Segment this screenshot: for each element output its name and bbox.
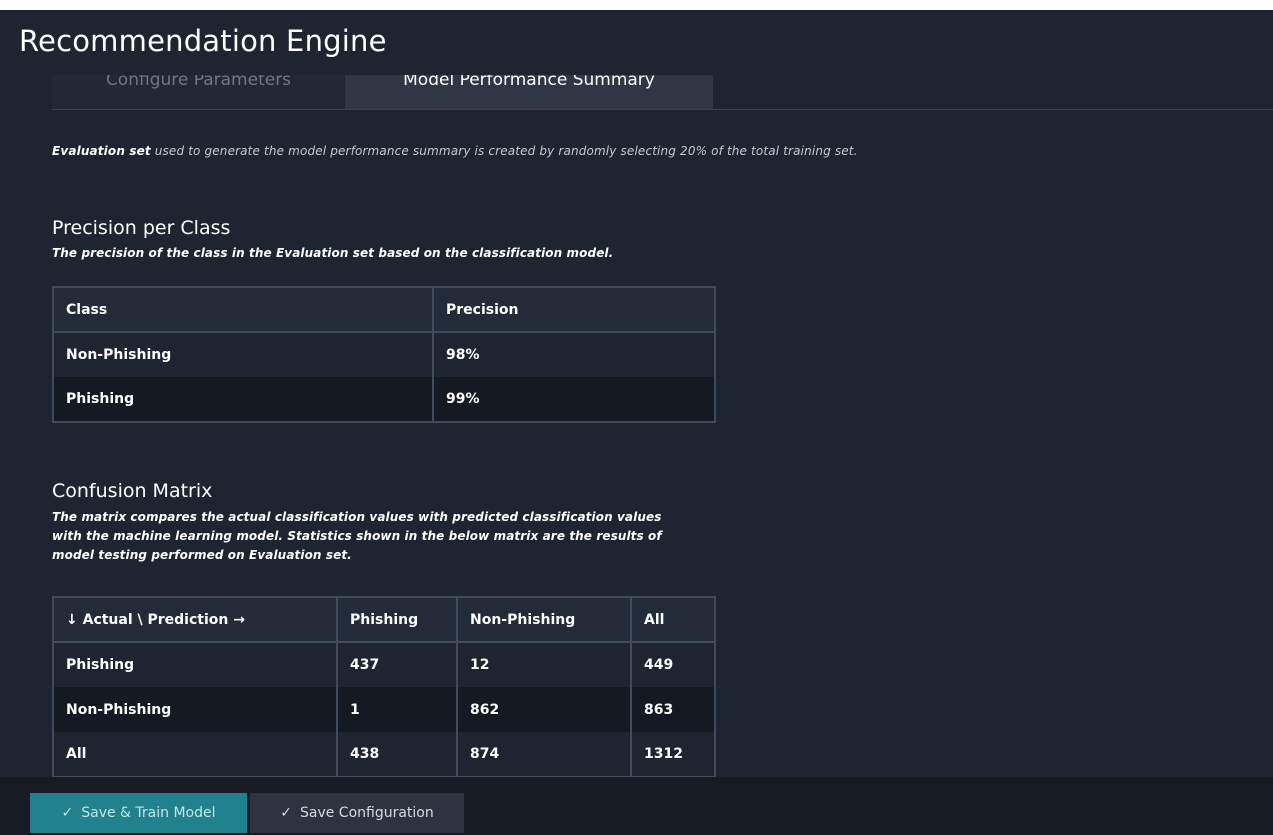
table-header-row: Class Precision	[53, 287, 715, 333]
table-cell: 438	[337, 732, 458, 777]
column-header-phishing: Phishing	[337, 597, 458, 643]
table-cell: 1	[337, 687, 458, 732]
tab-model-performance-summary-label: Model Performance Summary	[403, 75, 655, 90]
evaluation-set-label: Evaluation set	[52, 144, 151, 158]
tab-configure-parameters-label: Configure Parameters	[105, 75, 292, 90]
description-line: The matrix compares the actual classific…	[52, 510, 662, 524]
evaluation-set-note: Evaluation set used to generate the mode…	[52, 144, 858, 158]
table-row: Non-Phishing 98%	[53, 332, 715, 377]
table-cell: 437	[337, 642, 458, 687]
table-cell: 874	[457, 732, 632, 777]
tab-configure-parameters[interactable]: Configure Parameters	[52, 75, 345, 109]
header: Recommendation Engine	[0, 10, 1273, 75]
save-configuration-button[interactable]: ✓ Save Configuration	[250, 793, 464, 833]
table-cell: Phishing	[53, 642, 338, 687]
tab-model-performance-summary[interactable]: Model Performance Summary	[345, 75, 713, 109]
save-and-train-model-button[interactable]: ✓ Save & Train Model	[30, 793, 247, 833]
column-header-actual-prediction: ↓ Actual \ Prediction →	[53, 597, 338, 643]
page-title: Recommendation Engine	[19, 24, 387, 58]
table-cell: 863	[631, 687, 715, 732]
confusion-matrix-title: Confusion Matrix	[52, 480, 213, 502]
save-and-train-model-label: Save & Train Model	[81, 805, 216, 821]
table-cell: 12	[457, 642, 632, 687]
table-row: Phishing 99%	[53, 377, 715, 422]
top-strip	[0, 0, 1273, 10]
table-cell: All	[53, 732, 338, 777]
description-line: with the machine learning model. Statist…	[52, 529, 662, 543]
confusion-matrix-description: The matrix compares the actual classific…	[52, 508, 662, 565]
footer-action-bar: ✓ Save & Train Model ✓ Save Configuratio…	[0, 777, 1273, 835]
tab-bar: Configure Parameters Model Performance S…	[0, 75, 1273, 110]
check-icon: ✓	[280, 805, 292, 821]
table-cell: 1312	[631, 732, 715, 777]
column-header-all: All	[631, 597, 715, 643]
confusion-matrix-table: ↓ Actual \ Prediction → Phishing Non-Phi…	[52, 596, 716, 778]
table-cell: 862	[457, 687, 632, 732]
evaluation-set-text: used to generate the model performance s…	[150, 144, 858, 158]
description-line: model testing performed on Evaluation se…	[52, 548, 352, 562]
column-header-class: Class	[53, 287, 434, 333]
precision-table: Class Precision Non-Phishing 98% Phishin…	[52, 286, 716, 423]
precision-description: The precision of the class in the Evalua…	[52, 246, 614, 260]
check-icon: ✓	[61, 805, 74, 821]
main-content: Evaluation set used to generate the mode…	[0, 110, 1273, 778]
table-cell: Non-Phishing	[53, 687, 338, 732]
table-header-row: ↓ Actual \ Prediction → Phishing Non-Phi…	[53, 597, 715, 643]
table-cell: 99%	[433, 377, 715, 422]
table-cell: 98%	[433, 332, 715, 377]
column-header-non-phishing: Non-Phishing	[457, 597, 632, 643]
table-row: Non-Phishing 1 862 863	[53, 687, 715, 732]
table-cell: 449	[631, 642, 715, 687]
table-cell: Phishing	[53, 377, 434, 422]
precision-title: Precision per Class	[52, 217, 231, 239]
table-cell: Non-Phishing	[53, 332, 434, 377]
table-row: Phishing 437 12 449	[53, 642, 715, 687]
column-header-precision: Precision	[433, 287, 715, 333]
save-configuration-label: Save Configuration	[299, 805, 434, 821]
table-row: All 438 874 1312	[53, 732, 715, 777]
